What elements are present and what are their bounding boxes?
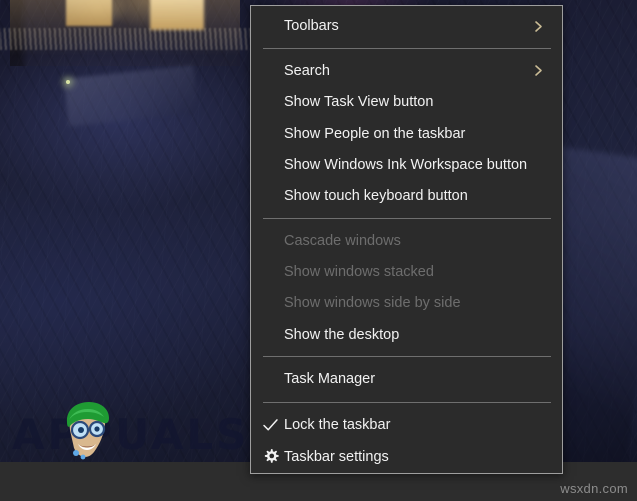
chevron-right-icon — [532, 64, 545, 77]
menu-separator — [263, 401, 551, 403]
menu-item-label: Cascade windows — [284, 232, 401, 249]
menu-item-toolbars[interactable]: Toolbars — [251, 10, 562, 42]
check-icon — [262, 416, 279, 433]
wallpaper-foliage — [0, 28, 260, 50]
menu-item-label: Task Manager — [284, 371, 376, 388]
menu-item-show-touch-keyboard-button[interactable]: Show touch keyboard button — [251, 181, 562, 212]
menu-item-label: Show windows stacked — [284, 263, 434, 280]
menu-item-label: Show the desktop — [284, 326, 400, 343]
site-watermark: wsxdn.com — [560, 481, 628, 496]
menu-item-label: Taskbar settings — [284, 448, 389, 465]
chevron-right-icon — [532, 20, 545, 33]
gear-icon — [262, 448, 279, 465]
wallpaper-firefly — [66, 80, 70, 84]
menu-separator — [263, 217, 551, 219]
menu-item-show-task-view-button[interactable]: Show Task View button — [251, 87, 562, 118]
menu-item-show-windows-ink-workspace-button[interactable]: Show Windows Ink Workspace button — [251, 149, 562, 180]
menu-item-label: Show Task View button — [284, 94, 434, 111]
screen: APPUALS wsxdn.com Toolbars Search Show T… — [0, 0, 637, 501]
menu-item-show-windows-stacked: Show windows stacked — [251, 256, 562, 287]
menu-item-label: Show windows side by side — [284, 295, 461, 312]
taskbar-context-menu[interactable]: Toolbars Search Show Task View button Sh… — [250, 5, 563, 474]
menu-item-show-people-on-the-taskbar[interactable]: Show People on the taskbar — [251, 118, 562, 149]
menu-separator — [263, 356, 551, 358]
menu-item-show-the-desktop[interactable]: Show the desktop — [251, 319, 562, 350]
menu-separator — [263, 48, 551, 50]
menu-item-label: Show People on the taskbar — [284, 125, 466, 142]
menu-item-label: Show touch keyboard button — [284, 188, 468, 205]
menu-item-taskbar-settings[interactable]: Taskbar settings — [251, 441, 562, 473]
menu-item-cascade-windows: Cascade windows — [251, 225, 562, 256]
menu-item-task-manager[interactable]: Task Manager — [251, 363, 562, 395]
wallpaper-lit-window-right — [150, 0, 204, 30]
menu-item-lock-the-taskbar[interactable]: Lock the taskbar — [251, 408, 562, 440]
menu-item-show-windows-side-by-side: Show windows side by side — [251, 288, 562, 319]
menu-item-label: Search — [284, 62, 330, 79]
menu-item-label: Show Windows Ink Workspace button — [284, 156, 528, 173]
menu-item-label: Lock the taskbar — [284, 416, 391, 433]
menu-item-label: Toolbars — [284, 18, 339, 35]
wallpaper-lit-window-left — [66, 0, 112, 26]
menu-item-search[interactable]: Search — [251, 55, 562, 86]
